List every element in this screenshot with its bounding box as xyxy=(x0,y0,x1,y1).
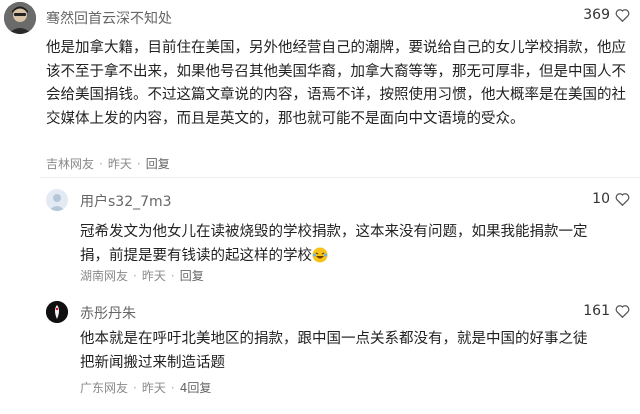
comment-location: 广东网友 xyxy=(80,381,129,395)
reply-button[interactable]: 回复 xyxy=(180,267,204,284)
like-count: 161 xyxy=(583,303,610,319)
like-count: 369 xyxy=(583,7,610,23)
heart-icon xyxy=(615,193,630,206)
comment-meta: 吉林网友 · 昨天 · 回复 xyxy=(46,155,170,172)
like-button[interactable]: 369 xyxy=(583,7,630,23)
avatar[interactable] xyxy=(46,301,68,323)
like-button[interactable]: 10 xyxy=(592,191,630,207)
reply-button[interactable]: 回复 xyxy=(146,155,170,172)
comment-item: 用户s32_7m3 10 冠希发文为他女儿在读被烧毁的学校捐款，这本来没有问题，… xyxy=(0,185,640,295)
comment-location: 湖南网友 xyxy=(80,269,129,283)
laughing-emoji-icon xyxy=(312,247,328,262)
like-count: 10 xyxy=(592,191,610,207)
comment-item: 骞然回首云深不知处 369 他是加拿大籍，目前住在美国，另外他经营自己的潮牌，要… xyxy=(0,0,640,180)
heart-icon xyxy=(615,305,630,318)
comment-location: 吉林网友 xyxy=(46,157,95,171)
comment-text: 他是加拿大籍，目前住在美国，另外他经营自己的潮牌，要说给自己的女儿学校捐款，他应… xyxy=(46,40,626,127)
heart-icon xyxy=(615,9,630,22)
comment-text: 冠希发文为他女儿在读被烧毁的学校捐款，这本来没有问题，如果我能捐款一定捐，前提是… xyxy=(80,221,600,268)
comment-meta: 湖南网友 · 昨天 · 回复 xyxy=(80,267,204,284)
avatar[interactable] xyxy=(4,2,36,34)
avatar[interactable] xyxy=(46,189,68,211)
like-button[interactable]: 161 xyxy=(583,303,630,319)
comment-text-content: 冠希发文为他女儿在读被烧毁的学校捐款，这本来没有问题，如果我能捐款一定捐，前提是… xyxy=(80,224,588,264)
comment-item: 赤彤丹朱 161 他本就是在呼吁北美地区的捐款，跟中国一点关系都没有，就是中国的… xyxy=(0,298,640,414)
comment-time: 昨天 xyxy=(107,157,132,171)
comment-text: 他本就是在呼吁北美地区的捐款，跟中国一点关系都没有，就是中国的好事之徒把新闻搬过… xyxy=(80,331,588,371)
comment-username[interactable]: 骞然回首云深不知处 xyxy=(46,8,172,28)
comment-time: 昨天 xyxy=(141,269,166,283)
comment-username[interactable]: 用户s32_7m3 xyxy=(80,191,172,211)
comment-time: 昨天 xyxy=(141,381,166,395)
reply-button[interactable]: 4回复 xyxy=(180,379,212,396)
comment-meta: 广东网友 · 昨天 · 4回复 xyxy=(80,379,212,396)
comment-username[interactable]: 赤彤丹朱 xyxy=(80,303,136,323)
divider xyxy=(40,177,640,178)
